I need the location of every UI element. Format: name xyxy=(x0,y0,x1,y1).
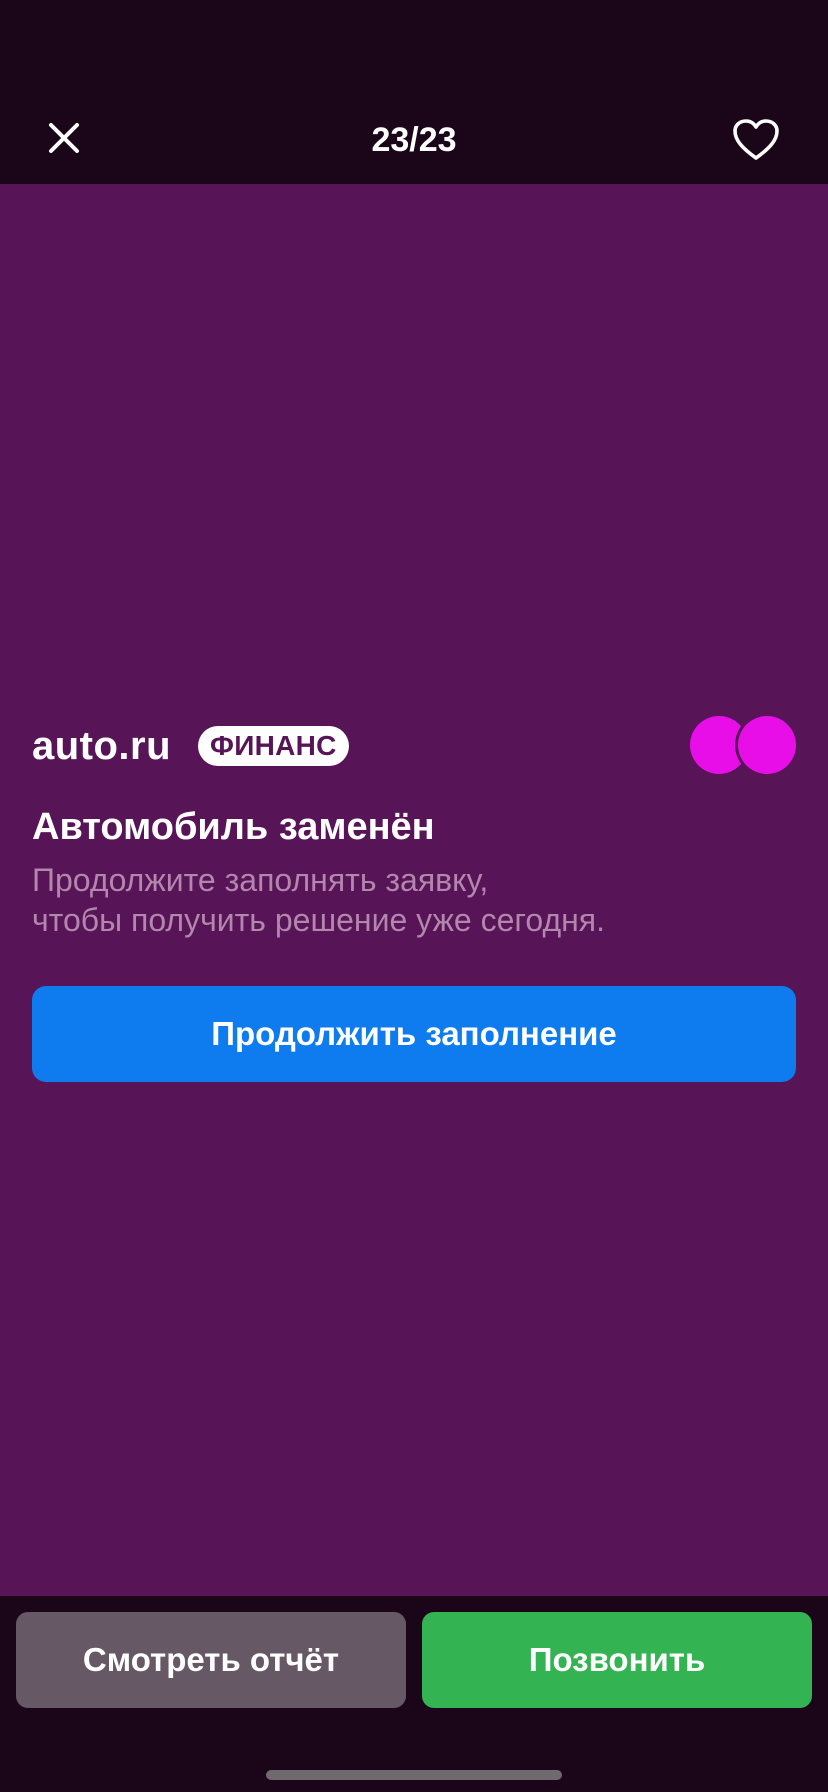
view-report-button[interactable]: Смотреть отчёт xyxy=(16,1612,406,1708)
finance-badge: ФИНАНС xyxy=(198,726,349,766)
photo-counter: 23/23 xyxy=(371,121,457,159)
brand-row: auto.ru ФИНАНС xyxy=(32,716,798,776)
brand-logo-text: auto.ru xyxy=(32,724,172,768)
close-icon xyxy=(49,123,79,153)
continue-application-button[interactable]: Продолжить заполнение xyxy=(32,986,796,1082)
two-circles-icon xyxy=(690,716,798,776)
home-indicator xyxy=(266,1770,562,1780)
favorite-button[interactable] xyxy=(725,110,787,170)
call-button[interactable]: Позвонить xyxy=(422,1612,812,1708)
bottom-action-bar: Смотреть отчёт Позвонить xyxy=(0,1596,828,1792)
gallery-screen: 23/23 auto.ru ФИНАНС Автомобиль заменён … xyxy=(0,0,828,1792)
top-bar: 23/23 xyxy=(0,0,828,184)
finance-banner-slide: auto.ru ФИНАНС Автомобиль заменён Продол… xyxy=(0,184,828,1596)
subtitle-line-2: чтобы получить решение уже сегодня. xyxy=(32,902,606,938)
banner-title: Автомобиль заменён xyxy=(32,806,435,848)
subtitle-line-1: Продолжите заполнять заявку, xyxy=(32,862,489,898)
close-button[interactable] xyxy=(34,108,94,168)
banner-subtitle: Продолжите заполнять заявку, чтобы получ… xyxy=(32,860,792,940)
heart-outline-icon xyxy=(733,119,779,160)
circle-right xyxy=(738,716,796,774)
